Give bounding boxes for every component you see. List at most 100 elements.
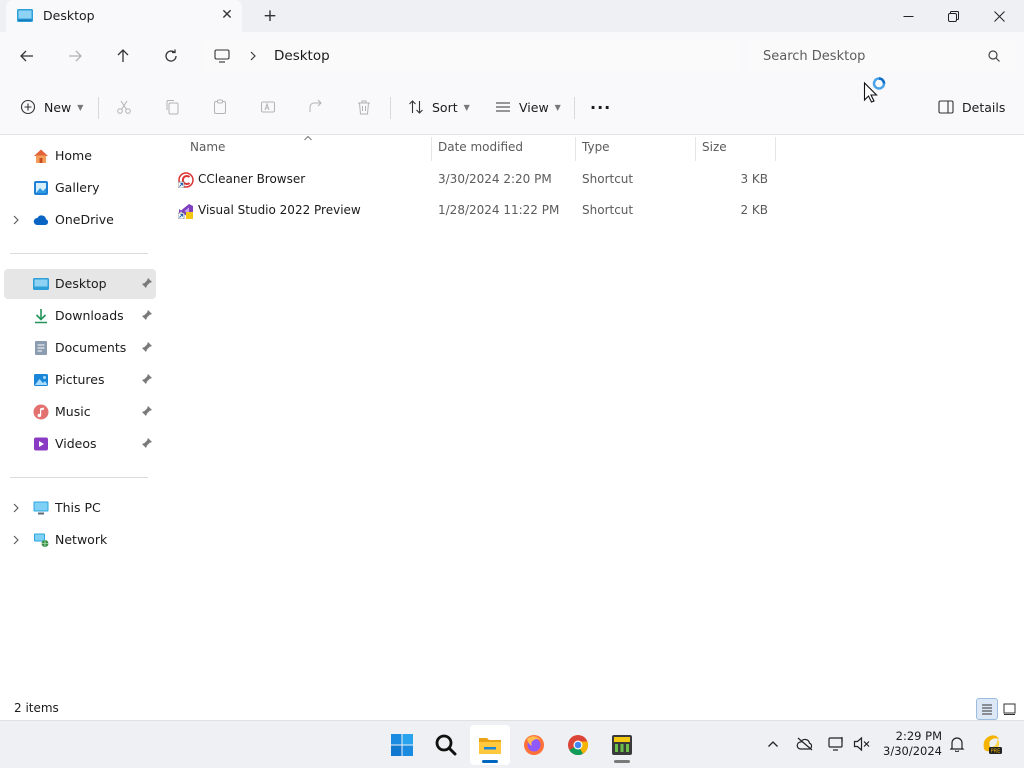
desktop-folder-icon xyxy=(33,278,49,290)
sidebar-item-this-pc[interactable]: This PC xyxy=(4,493,156,523)
chevron-right-icon[interactable] xyxy=(248,49,258,63)
column-divider[interactable] xyxy=(775,137,776,161)
minimize-icon xyxy=(903,15,913,17)
pin-icon[interactable] xyxy=(141,373,153,385)
sidebar-item-gallery[interactable]: Gallery xyxy=(4,173,156,203)
start-button[interactable] xyxy=(382,725,422,765)
notifications-button[interactable] xyxy=(946,733,968,755)
chevron-right-icon[interactable] xyxy=(12,534,20,546)
sidebar-item-network[interactable]: Network xyxy=(4,525,156,555)
delete-button[interactable] xyxy=(356,95,372,119)
chevron-right-icon[interactable] xyxy=(12,214,20,226)
up-button[interactable] xyxy=(110,44,136,68)
column-header-name[interactable]: Name xyxy=(190,140,225,154)
file-name: CCleaner Browser xyxy=(198,172,306,186)
close-tab-icon[interactable]: ✕ xyxy=(218,6,236,24)
new-label: New xyxy=(44,99,72,115)
cut-button[interactable] xyxy=(116,95,132,119)
column-header-type[interactable]: Type xyxy=(582,140,610,154)
forward-button[interactable] xyxy=(62,44,88,68)
refresh-button[interactable] xyxy=(158,44,184,68)
chevron-right-icon[interactable] xyxy=(12,502,20,514)
share-button[interactable] xyxy=(308,95,324,119)
app-icon xyxy=(612,735,632,755)
column-header-size[interactable]: Size xyxy=(702,140,727,154)
more-options-button[interactable]: ··· xyxy=(590,95,611,119)
sidebar-item-downloads[interactable]: Downloads xyxy=(4,301,156,331)
column-divider[interactable] xyxy=(695,137,696,161)
pin-icon[interactable] xyxy=(141,405,153,417)
taskbar-chrome[interactable] xyxy=(558,725,598,765)
paste-button[interactable] xyxy=(212,95,228,119)
share-icon xyxy=(309,99,322,112)
address-bar[interactable]: Desktop xyxy=(202,40,738,72)
sidebar-item-onedrive[interactable]: OneDrive xyxy=(4,205,156,235)
paste-icon xyxy=(214,99,226,114)
show-hidden-icons-button[interactable] xyxy=(762,733,784,755)
search-input[interactable]: Search Desktop xyxy=(763,49,865,64)
new-button[interactable]: New ▼ xyxy=(20,95,83,119)
sidebar-item-home[interactable]: Home xyxy=(4,141,156,171)
sidebar-item-label: Gallery xyxy=(55,180,100,195)
gallery-icon xyxy=(34,181,48,195)
back-button[interactable] xyxy=(14,44,40,68)
pin-icon[interactable] xyxy=(141,309,153,321)
network-tray-button[interactable] xyxy=(826,733,848,755)
home-icon xyxy=(34,149,48,163)
pin-icon[interactable] xyxy=(141,341,153,353)
sort-button[interactable]: Sort ▼ xyxy=(408,95,470,119)
column-divider[interactable] xyxy=(431,137,432,161)
column-header-date[interactable]: Date modified xyxy=(438,140,523,154)
copy-button[interactable] xyxy=(164,95,180,119)
more-icon: ··· xyxy=(590,97,612,117)
chevron-down-icon: ▼ xyxy=(77,102,84,112)
details-pane-button[interactable]: Details xyxy=(938,95,1005,119)
taskbar-search-button[interactable] xyxy=(426,725,466,765)
sort-icon xyxy=(409,100,423,114)
volume-tray-button[interactable] xyxy=(851,733,873,755)
navigation-pane: Home Gallery OneDrive Desktop Downloads … xyxy=(0,135,156,698)
new-tab-button[interactable]: + xyxy=(260,6,280,26)
tab-desktop[interactable]: Desktop ✕ xyxy=(6,0,242,32)
refresh-icon xyxy=(165,49,177,62)
details-view-icon xyxy=(982,704,992,715)
sidebar-item-documents[interactable]: Documents xyxy=(4,333,156,363)
monitor-icon xyxy=(214,49,230,63)
firefox-icon xyxy=(524,735,544,755)
sidebar-item-music[interactable]: Music xyxy=(4,397,156,427)
pin-icon[interactable] xyxy=(141,437,153,449)
divider xyxy=(574,97,575,119)
status-bar: 2 items xyxy=(0,698,1024,720)
pin-icon[interactable] xyxy=(141,277,153,289)
clock[interactable]: 2:29 PM 3/30/2024 xyxy=(872,729,942,759)
onedrive-tray-button[interactable] xyxy=(794,733,816,755)
close-window-button[interactable] xyxy=(976,0,1022,32)
restore-button[interactable] xyxy=(930,0,976,32)
details-view-toggle[interactable] xyxy=(976,698,998,720)
tiles-view-toggle[interactable] xyxy=(998,698,1020,720)
table-row[interactable]: CCleaner Browser 3/30/2024 2:20 PM Short… xyxy=(175,166,777,194)
breadcrumb[interactable]: Desktop xyxy=(274,48,330,64)
sidebar-item-videos[interactable]: Videos xyxy=(4,429,156,459)
taskbar-file-explorer[interactable] xyxy=(470,725,510,765)
busy-cursor-icon xyxy=(863,77,886,103)
sidebar-item-desktop[interactable]: Desktop xyxy=(4,269,156,299)
network-icon xyxy=(34,533,49,547)
trash-icon xyxy=(358,100,370,115)
sort-label: Sort xyxy=(432,99,458,115)
forward-arrow-icon xyxy=(69,50,82,62)
divider xyxy=(10,477,148,478)
view-button[interactable]: View ▼ xyxy=(495,95,561,119)
taskbar-firefox[interactable] xyxy=(514,725,554,765)
column-divider[interactable] xyxy=(575,137,576,161)
sidebar-item-pictures[interactable]: Pictures xyxy=(4,365,156,395)
copilot-preview-button[interactable]: PRE xyxy=(980,733,1002,755)
table-row[interactable]: Visual Studio 2022 Preview 1/28/2024 11:… xyxy=(175,197,777,225)
file-name: Visual Studio 2022 Preview xyxy=(198,203,361,217)
taskbar-pinned-app[interactable] xyxy=(602,725,642,765)
minimize-button[interactable] xyxy=(885,0,931,32)
address-row: Desktop Search Desktop xyxy=(0,32,1024,80)
rename-button[interactable] xyxy=(260,95,276,119)
search-box[interactable]: Search Desktop xyxy=(749,40,1015,72)
file-date: 3/30/2024 2:20 PM xyxy=(438,172,552,186)
